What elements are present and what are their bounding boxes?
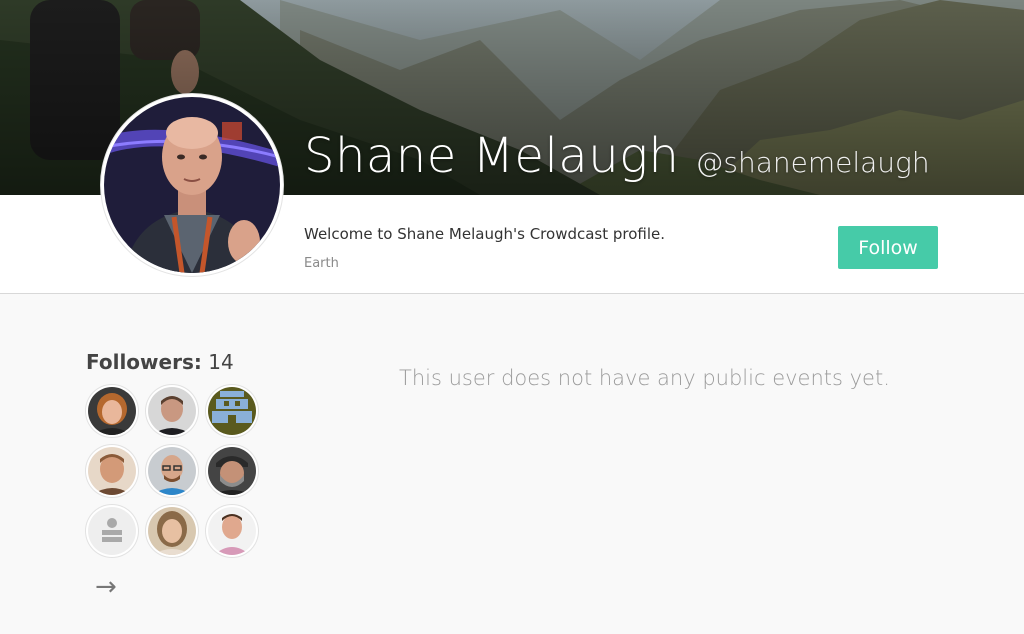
- follow-button[interactable]: Follow: [838, 226, 938, 269]
- followers-count: 14: [208, 350, 234, 374]
- profile-location: Earth: [304, 256, 339, 271]
- follower-avatar-2[interactable]: [146, 385, 198, 437]
- more-followers-arrow-icon[interactable]: →: [95, 574, 117, 600]
- follower-avatar-1[interactable]: [86, 385, 138, 437]
- profile-avatar: [101, 94, 283, 276]
- followers-heading: Followers: 14: [86, 350, 234, 374]
- profile-name: Shane Melaugh: [304, 128, 680, 184]
- follower-avatar-3[interactable]: [206, 385, 258, 437]
- follower-avatar-7-default[interactable]: [86, 505, 138, 557]
- profile-bio: Welcome to Shane Melaugh's Crowdcast pro…: [304, 225, 666, 243]
- profile-handle: @shanemelaugh: [695, 146, 930, 179]
- follower-avatar-4[interactable]: [86, 445, 138, 497]
- events-empty-message: This user does not have any public event…: [399, 366, 890, 390]
- follower-avatar-8[interactable]: [146, 505, 198, 557]
- profile-title: Shane Melaugh @shanemelaugh: [304, 128, 930, 184]
- follower-avatar-5[interactable]: [146, 445, 198, 497]
- default-user-icon: [88, 507, 136, 555]
- followers-label: Followers:: [86, 350, 202, 374]
- profile-page: Shane Melaugh @shanemelaugh Welcome to S…: [0, 0, 1024, 634]
- follower-avatar-9[interactable]: [206, 505, 258, 557]
- follower-avatar-6[interactable]: [206, 445, 258, 497]
